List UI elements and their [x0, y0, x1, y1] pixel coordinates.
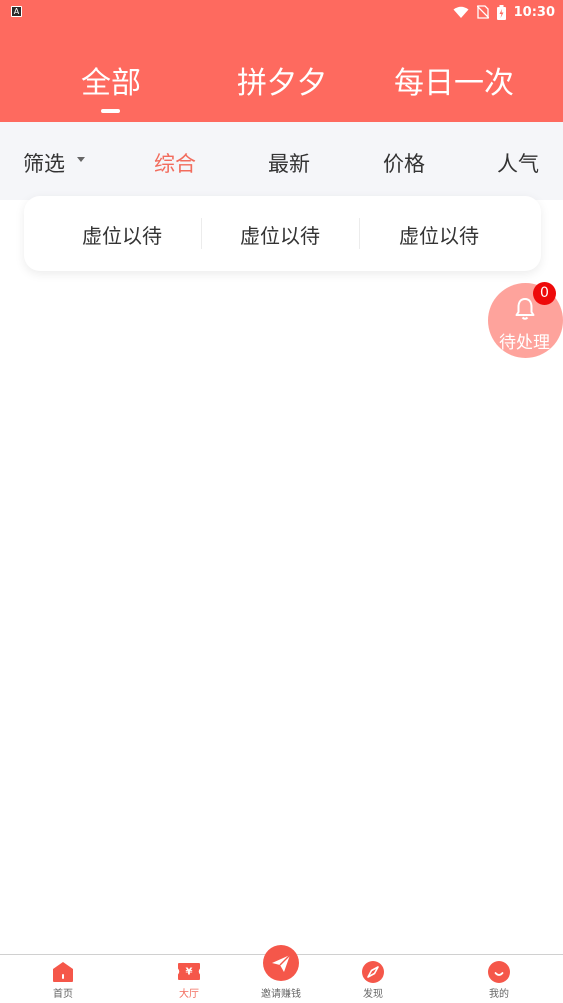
- header: A 10:30 全部 拼夕夕 每日一次: [0, 0, 563, 122]
- top-tabs: 全部 拼夕夕 每日一次: [0, 58, 563, 108]
- nav-label-home: 首页: [53, 989, 73, 1000]
- tab-daily-once[interactable]: 每日一次: [394, 58, 514, 102]
- sort-price[interactable]: 价格: [383, 148, 425, 178]
- home-icon: [53, 962, 73, 982]
- nav-invite[interactable]: 邀请赚钱: [246, 945, 316, 1003]
- nav-mine[interactable]: 我的: [464, 955, 534, 1003]
- no-sim-icon: [476, 5, 489, 19]
- ticket-icon: ¥: [178, 963, 200, 980]
- status-time: 10:30: [513, 4, 555, 20]
- divider: [359, 218, 360, 249]
- wifi-icon: [453, 6, 469, 18]
- compass-icon: [362, 961, 384, 983]
- status-icons: 10:30: [453, 3, 555, 21]
- sort-popularity[interactable]: 人气: [497, 148, 539, 178]
- nav-label-discover: 发现: [363, 989, 383, 1000]
- sub-category-card: 虚位以待 虚位以待 虚位以待: [24, 196, 541, 271]
- sub-category-item[interactable]: 虚位以待: [399, 220, 479, 249]
- bell-icon: [515, 298, 535, 320]
- status-bar: A 10:30: [0, 0, 563, 24]
- nav-discover[interactable]: 发现: [338, 955, 408, 1003]
- sort-newest[interactable]: 最新: [268, 148, 310, 178]
- sub-category-item[interactable]: 虚位以待: [82, 220, 162, 249]
- tab-all[interactable]: 全部: [81, 58, 141, 102]
- pending-label: 待处理: [499, 333, 550, 353]
- sub-category-item[interactable]: 虚位以待: [240, 220, 320, 249]
- filter-bar: 筛选 综合 最新 价格 人气: [0, 122, 563, 200]
- svg-text:¥: ¥: [186, 967, 193, 978]
- caret-down-icon: [77, 157, 85, 162]
- battery-charging-icon: [496, 4, 506, 20]
- divider: [201, 218, 202, 249]
- tab-indicator: [101, 109, 120, 113]
- paper-plane-icon: [263, 945, 299, 981]
- smile-icon: [488, 961, 510, 983]
- app-notification-icon: A: [11, 6, 22, 17]
- nav-label-invite: 邀请赚钱: [261, 989, 301, 1000]
- pending-count-badge: 0: [533, 282, 556, 305]
- tab-pinxixi[interactable]: 拼夕夕: [237, 58, 327, 102]
- nav-label-mine: 我的: [489, 989, 509, 1000]
- filter-button[interactable]: 筛选: [23, 148, 65, 178]
- bottom-nav: 首页 ¥ 大厅 邀请赚钱 发现 我的: [0, 945, 563, 1003]
- nav-label-hall: 大厅: [179, 989, 199, 1000]
- nav-home[interactable]: 首页: [28, 955, 98, 1003]
- sort-comprehensive[interactable]: 综合: [154, 148, 196, 178]
- nav-hall[interactable]: ¥ 大厅: [154, 955, 224, 1003]
